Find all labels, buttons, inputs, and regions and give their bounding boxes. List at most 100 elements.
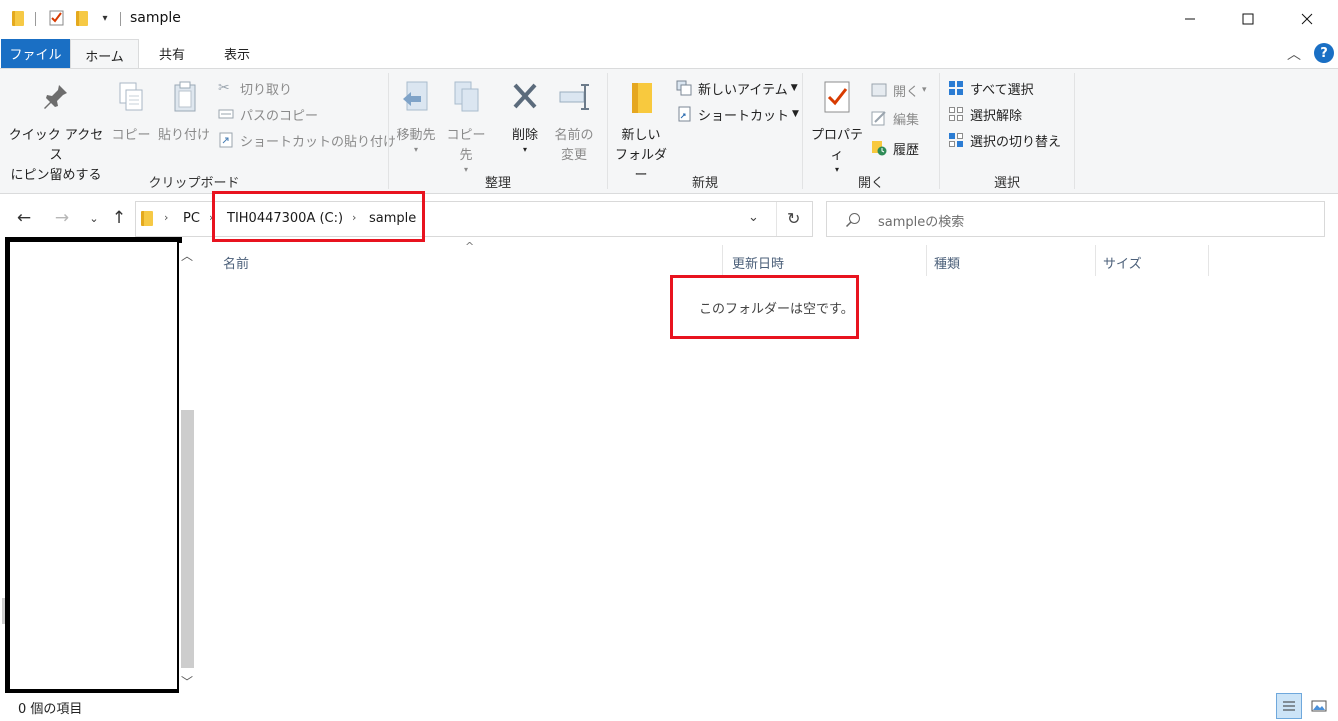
navigation-bar: ← → ⌄ ↑ › PC › TIH0447300A (C:) › sample… <box>0 195 1338 243</box>
open-icon <box>871 83 887 97</box>
column-modified[interactable]: 更新日時 <box>732 253 784 272</box>
minimize-button[interactable] <box>1161 0 1219 38</box>
rename-label-line2: 変更 <box>560 148 587 163</box>
column-divider[interactable] <box>1095 245 1096 276</box>
details-view-button[interactable] <box>1276 693 1302 719</box>
properties-button[interactable]: プロパティ ▾ <box>806 79 868 174</box>
up-button[interactable]: ↑ <box>108 207 130 229</box>
open-button[interactable]: 開く ▾ <box>871 79 927 101</box>
collapse-ribbon-icon[interactable]: ︿ <box>1287 44 1301 64</box>
new-folder-button[interactable]: 新しい フォルダー <box>610 79 672 186</box>
recent-locations-button[interactable]: ⌄ <box>83 207 105 229</box>
paste-icon <box>174 81 196 112</box>
address-bar[interactable]: › PC › TIH0447300A (C:) › sample ⌄ ↻ <box>135 201 813 237</box>
breadcrumb-sample[interactable]: sample <box>369 211 416 226</box>
divider <box>776 202 777 236</box>
breadcrumb-drive[interactable]: TIH0447300A (C:) <box>227 211 343 226</box>
copy-button[interactable]: コピー <box>110 79 152 146</box>
open-label: 開く <box>893 84 920 100</box>
pin-label-line1: クイック アクセス <box>8 128 104 163</box>
large-icons-view-button[interactable] <box>1306 693 1332 719</box>
copy-to-button[interactable]: コピー先 ▾ <box>442 79 490 174</box>
tab-share[interactable]: 共有 <box>143 39 201 68</box>
search-placeholder: sampleの検索 <box>878 215 965 230</box>
column-divider[interactable] <box>926 245 927 276</box>
invert-selection-button[interactable]: 選択の切り替え <box>948 129 1061 151</box>
close-icon <box>1301 13 1313 25</box>
maximize-icon <box>1242 13 1254 25</box>
chevron-right-icon: › <box>352 211 357 224</box>
arrow-up-icon: ↑ <box>111 208 127 228</box>
pin-quick-access-button[interactable]: クイック アクセス にピン留めする <box>6 79 106 186</box>
close-button[interactable] <box>1278 0 1336 38</box>
divider <box>120 12 121 26</box>
paste-label: 貼り付け <box>157 128 210 143</box>
window-title: sample <box>130 10 181 26</box>
column-headers: ^ 名前 更新日時 種類 サイズ <box>210 240 1210 278</box>
scroll-down-icon[interactable]: ﹀ <box>181 673 193 690</box>
select-none-button[interactable]: 選択解除 <box>948 103 1022 125</box>
redaction-box <box>5 237 182 694</box>
paste-shortcut-button[interactable]: ショートカットの貼り付け <box>218 129 396 151</box>
empty-folder-message: このフォルダーは空です。 <box>699 302 854 317</box>
copy-label: コピー <box>111 128 151 143</box>
refresh-icon[interactable]: ↻ <box>787 209 800 228</box>
shortcut-icon <box>678 106 691 122</box>
delete-button[interactable]: 削除 ▾ <box>503 79 547 154</box>
scissors-icon: ✂ <box>218 80 230 96</box>
splitter-handle[interactable] <box>2 598 5 624</box>
rename-icon <box>559 84 589 110</box>
column-divider[interactable] <box>722 245 723 276</box>
customize-toolbar-icon[interactable]: ▾ <box>97 9 113 27</box>
column-name[interactable]: 名前 <box>223 253 249 272</box>
file-list[interactable]: このフォルダーは空です。 <box>210 278 1338 693</box>
column-divider[interactable] <box>1208 245 1209 276</box>
navigation-pane[interactable]: ︿ ﹀ <box>0 237 200 694</box>
new-folder-icon[interactable] <box>74 9 90 27</box>
select-group-label: 選択 <box>993 176 1020 191</box>
select-all-button[interactable]: すべて選択 <box>948 77 1034 99</box>
new-group-label: 新規 <box>691 176 718 191</box>
clipboard-group-label: クリップボード <box>148 176 240 191</box>
edit-button[interactable]: 編集 <box>871 107 919 129</box>
help-icon[interactable]: ? <box>1314 43 1334 63</box>
chevron-down-icon: ▼ <box>792 109 799 119</box>
ribbon: クイック アクセス にピン留めする コピー 貼り付け ✂ 切り取り パスのコピー… <box>0 68 1338 194</box>
copy-path-button[interactable]: パスのコピー <box>218 103 318 125</box>
move-to-label: 移動先 <box>396 128 436 143</box>
tab-file[interactable]: ファイル <box>1 39 70 68</box>
rename-button[interactable]: 名前の 変更 <box>550 79 598 166</box>
maximize-button[interactable] <box>1219 0 1277 38</box>
copy-to-label: コピー先 <box>446 128 486 163</box>
tab-home[interactable]: ホーム <box>70 39 139 70</box>
rename-label-line1: 名前の <box>554 128 594 143</box>
divider <box>1074 73 1075 189</box>
edit-icon <box>871 111 886 126</box>
properties-icon <box>824 81 850 113</box>
search-box[interactable]: sampleの検索 <box>826 201 1325 237</box>
select-none-icon <box>949 107 963 121</box>
scroll-up-icon[interactable]: ︿ <box>181 247 193 264</box>
breadcrumb-pc[interactable]: PC <box>183 211 200 226</box>
back-button[interactable]: ← <box>13 207 35 229</box>
move-to-button[interactable]: 移動先 ▾ <box>392 79 440 154</box>
organize-group-label: 整理 <box>484 176 511 191</box>
column-type[interactable]: 種類 <box>934 253 960 272</box>
shortcut-button[interactable]: ショートカット ▼ <box>676 103 799 125</box>
address-history-dropdown[interactable]: ⌄ <box>748 210 759 225</box>
properties-check-icon[interactable] <box>49 9 65 27</box>
chevron-right-icon: › <box>209 211 214 224</box>
new-item-button[interactable]: 新しいアイテム ▼ <box>676 77 798 99</box>
forward-button[interactable]: → <box>51 207 73 229</box>
history-button[interactable]: 履歴 <box>871 137 919 159</box>
paste-button[interactable]: 貼り付け <box>156 79 212 146</box>
nav-scrollbar[interactable]: ︿ ﹀ <box>179 243 196 693</box>
scrollbar-thumb[interactable] <box>181 410 194 668</box>
cut-button[interactable]: ✂ 切り取り <box>218 77 292 99</box>
delete-label: 削除 <box>511 128 538 143</box>
new-item-icon <box>676 80 692 96</box>
column-size[interactable]: サイズ <box>1103 253 1142 272</box>
history-icon <box>872 141 887 156</box>
paste-shortcut-icon <box>219 132 233 148</box>
tab-view[interactable]: 表示 <box>208 39 266 68</box>
